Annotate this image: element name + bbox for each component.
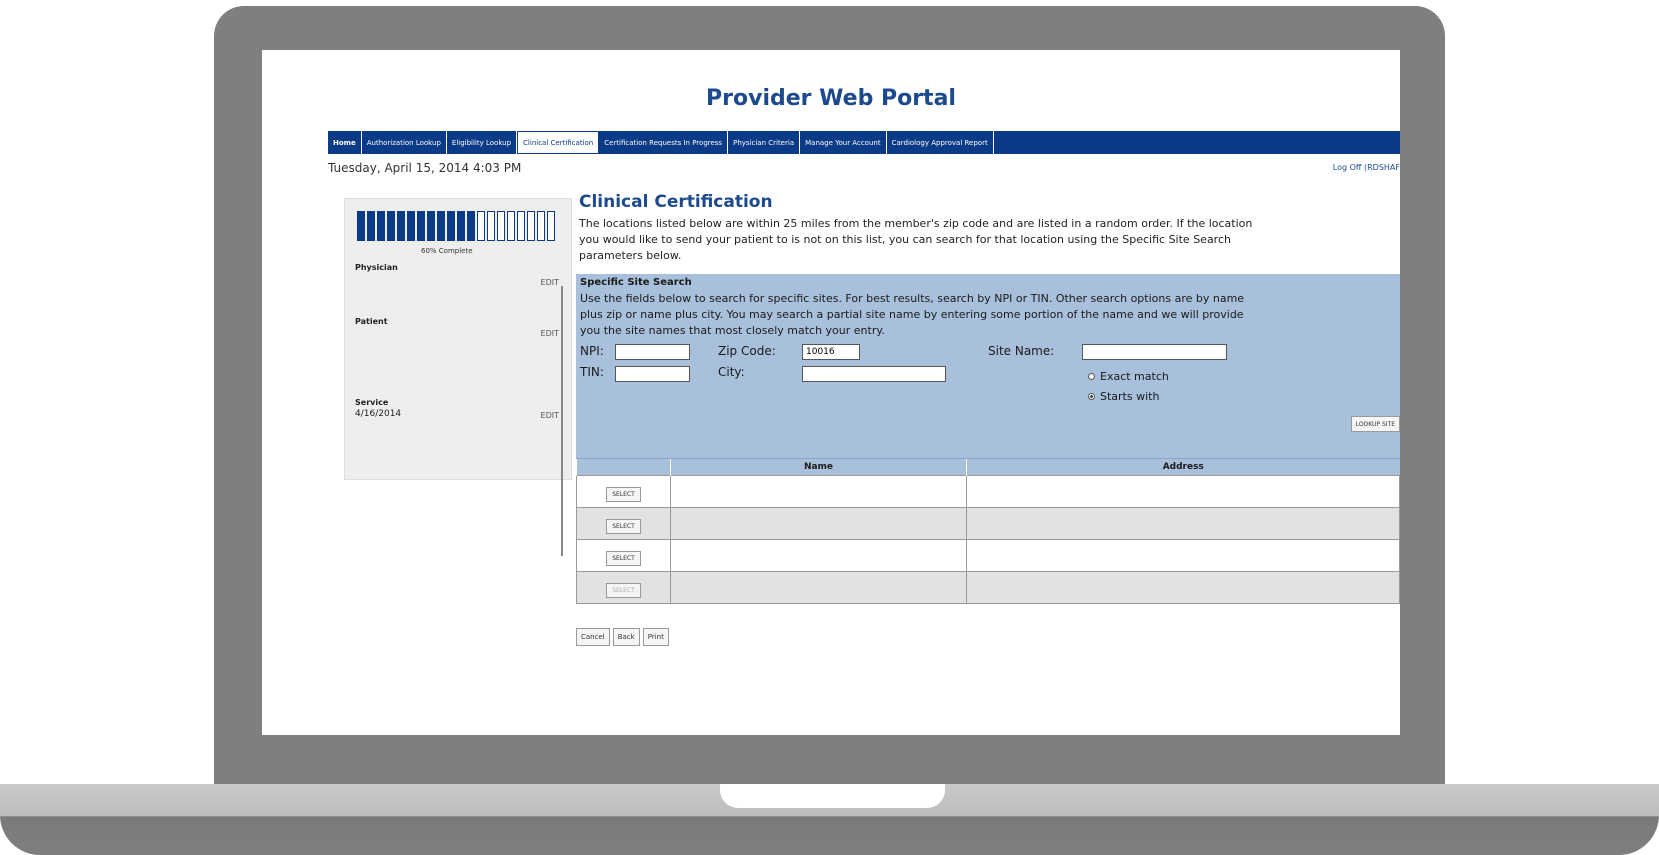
- progress-segment: [497, 211, 505, 241]
- npi-input[interactable]: [615, 344, 690, 360]
- results-table: Name Address SELECT SELECT SELECT SELECT: [576, 458, 1400, 604]
- step-service-edit[interactable]: EDIT: [541, 411, 559, 420]
- site-search-title: Specific Site Search: [580, 277, 692, 288]
- tin-input[interactable]: [615, 366, 690, 382]
- progress-segment: [357, 211, 365, 241]
- step-patient-label: Patient: [355, 317, 388, 326]
- nav-physician-criteria[interactable]: Physician Criteria: [728, 131, 801, 154]
- site-name-input[interactable]: [1082, 344, 1227, 360]
- site-name-cell: [670, 475, 967, 508]
- exact-match-option[interactable]: Exact match: [1088, 370, 1169, 383]
- table-row: SELECT: [576, 571, 1400, 604]
- column-divider: [561, 286, 563, 556]
- main-nav: Home Authorization Lookup Eligibility Lo…: [328, 131, 1400, 154]
- progress-segment: [397, 211, 405, 241]
- progress-bar: [357, 211, 557, 241]
- step-patient-edit[interactable]: EDIT: [541, 329, 559, 338]
- progress-segment: [527, 211, 535, 241]
- page-heading: Clinical Certification: [579, 192, 773, 212]
- step-physician-edit[interactable]: EDIT: [541, 278, 559, 287]
- npi-label: NPI:: [580, 344, 604, 358]
- site-address-cell: [966, 507, 1400, 540]
- site-name-label: Site Name:: [988, 344, 1055, 358]
- progress-segment: [477, 211, 485, 241]
- step-service-date: 4/16/2014: [355, 409, 402, 419]
- step-physician-label: Physician: [355, 263, 398, 272]
- progress-segment: [507, 211, 515, 241]
- progress-segment: [457, 211, 465, 241]
- address-column-header: Address: [966, 458, 1400, 476]
- back-button[interactable]: Back: [612, 628, 640, 646]
- select-button[interactable]: SELECT: [606, 583, 641, 598]
- starts-with-label: Starts with: [1100, 390, 1160, 403]
- portal-title: Provider Web Portal: [706, 86, 956, 111]
- progress-label: 60% Complete: [421, 247, 473, 255]
- progress-segment: [487, 211, 495, 241]
- select-column-header: [576, 458, 671, 476]
- progress-segment: [447, 211, 455, 241]
- site-name-cell: [670, 539, 967, 572]
- nav-home[interactable]: Home: [328, 131, 362, 154]
- zip-code-input[interactable]: [802, 344, 860, 360]
- site-name-cell: [670, 507, 967, 540]
- nav-authorization-lookup[interactable]: Authorization Lookup: [362, 131, 447, 154]
- laptop-screen: Provider Web Portal Home Authorization L…: [262, 50, 1400, 735]
- nav-certification-requests[interactable]: Certification Requests In Progress: [599, 131, 729, 154]
- cancel-button[interactable]: Cancel: [576, 628, 610, 646]
- table-row: SELECT: [576, 539, 1400, 572]
- city-label: City:: [718, 365, 745, 379]
- progress-segment: [537, 211, 545, 241]
- step-service-label: Service: [355, 398, 389, 407]
- site-address-cell: [966, 539, 1400, 572]
- site-search-panel: Specific Site Search Use the fields belo…: [576, 274, 1400, 458]
- exact-match-radio[interactable]: [1088, 373, 1095, 380]
- print-button[interactable]: Print: [642, 628, 669, 646]
- progress-segment: [427, 211, 435, 241]
- nav-cardiology-approval-report[interactable]: Cardiology Approval Report: [887, 131, 994, 154]
- progress-segment: [547, 211, 555, 241]
- site-address-cell: [966, 475, 1400, 508]
- nav-clinical-certification[interactable]: Clinical Certification: [517, 131, 600, 154]
- select-button[interactable]: SELECT: [606, 519, 641, 534]
- nav-eligibility-lookup[interactable]: Eligibility Lookup: [447, 131, 518, 154]
- progress-segment: [417, 211, 425, 241]
- site-search-description: Use the fields below to search for speci…: [580, 292, 1245, 337]
- name-column-header: Name: [670, 458, 967, 476]
- table-row: SELECT: [576, 507, 1400, 540]
- city-input[interactable]: [802, 366, 946, 382]
- exact-match-label: Exact match: [1100, 370, 1169, 383]
- starts-with-radio[interactable]: [1088, 393, 1095, 400]
- site-name-cell: [670, 571, 967, 604]
- site-address-cell: [966, 571, 1400, 604]
- form-actions: Cancel Back Print: [576, 628, 669, 646]
- nav-manage-account[interactable]: Manage Your Account: [800, 131, 887, 154]
- laptop-notch: [720, 784, 945, 808]
- intro-text: The locations listed below are within 25…: [579, 217, 1253, 262]
- starts-with-option[interactable]: Starts with: [1088, 390, 1159, 403]
- results-header-row: Name Address: [576, 458, 1400, 476]
- select-button[interactable]: SELECT: [606, 551, 641, 566]
- lookup-site-button[interactable]: LOOKUP SITE: [1350, 416, 1400, 432]
- progress-sidebar: 60% Complete Physician EDIT Patient EDIT…: [344, 198, 572, 480]
- current-datetime: Tuesday, April 15, 2014 4:03 PM: [328, 161, 522, 175]
- progress-segment: [387, 211, 395, 241]
- select-button[interactable]: SELECT: [606, 487, 641, 502]
- logoff-link[interactable]: Log Off (RDSHAF: [1333, 163, 1400, 172]
- table-row: SELECT: [576, 475, 1400, 508]
- tin-label: TIN:: [580, 365, 604, 379]
- progress-segment: [377, 211, 385, 241]
- progress-segment: [367, 211, 375, 241]
- progress-segment: [467, 211, 475, 241]
- zip-code-label: Zip Code:: [718, 344, 776, 358]
- progress-segment: [437, 211, 445, 241]
- progress-segment: [407, 211, 415, 241]
- progress-segment: [517, 211, 525, 241]
